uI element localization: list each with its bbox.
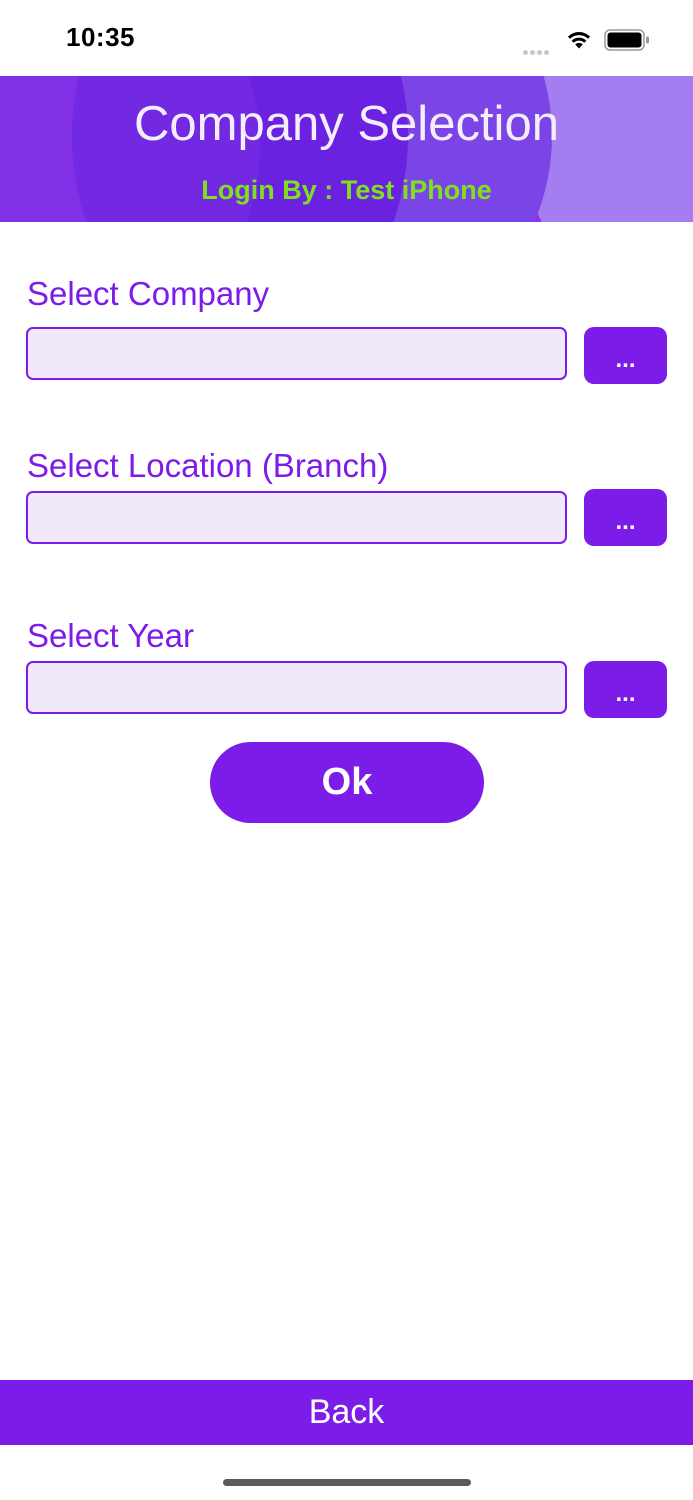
login-subtitle: Login By : Test iPhone [201, 175, 492, 205]
signal-dots-icon [523, 42, 557, 55]
status-bar: 10:35 [0, 0, 693, 76]
status-time: 10:35 [66, 22, 135, 52]
company-picker-button[interactable]: ... [584, 327, 667, 384]
page-title: Company Selection [134, 97, 559, 151]
wifi-icon [567, 32, 591, 49]
year-label: Select Year [27, 617, 194, 654]
ok-button[interactable]: Ok [210, 742, 484, 823]
back-button[interactable]: Back [0, 1380, 693, 1445]
home-indicator[interactable] [223, 1479, 471, 1486]
location-picker-button[interactable]: ... [584, 489, 667, 546]
year-input[interactable] [26, 661, 567, 714]
location-label: Select Location (Branch) [27, 447, 389, 484]
location-input[interactable] [26, 491, 567, 544]
header-banner: Company Selection Login By : Test iPhone [0, 76, 693, 222]
company-label: Select Company [27, 275, 270, 312]
battery-icon [604, 29, 649, 51]
year-picker-button[interactable]: ... [584, 661, 667, 718]
company-input[interactable] [26, 327, 567, 380]
